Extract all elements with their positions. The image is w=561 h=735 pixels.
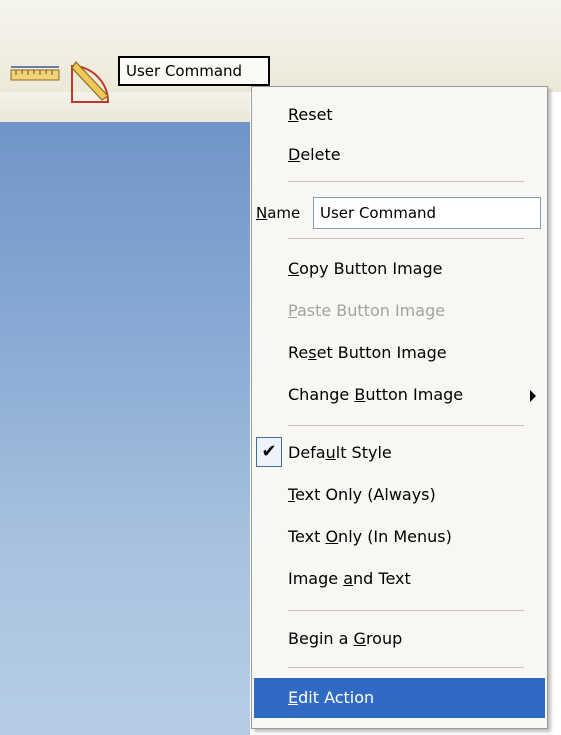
menu-item-copy-button-image[interactable]: Copy Button Image (288, 253, 442, 285)
menu-item-default-style[interactable]: Default Style (288, 437, 392, 469)
menu-separator (288, 610, 524, 611)
menu-item-change-button-image[interactable]: Change Button Image (288, 379, 463, 411)
protractor-icon[interactable] (68, 56, 112, 106)
menu-separator (288, 425, 524, 426)
context-menu: Reset Delete Name Copy Button Image Past… (251, 86, 548, 729)
checkmark-icon: ✔ (256, 437, 282, 467)
workspace-right-edge (548, 92, 561, 735)
user-command-button[interactable]: User Command (118, 56, 270, 86)
workspace-background (0, 122, 250, 735)
menu-item-delete[interactable]: Delete (288, 139, 341, 171)
menu-item-edit-action[interactable]: Edit Action (288, 682, 374, 714)
menu-item-begin-a-group[interactable]: Begin a Group (288, 623, 402, 655)
menu-separator (288, 667, 524, 668)
menu-item-reset[interactable]: Reset (288, 99, 333, 131)
menu-separator (288, 238, 524, 239)
ruler-icon[interactable] (10, 64, 60, 86)
menu-item-text-only-in-menus[interactable]: Text Only (In Menus) (288, 521, 452, 553)
menu-item-reset-button-image[interactable]: Reset Button Image (288, 337, 447, 369)
menu-item-image-and-text[interactable]: Image and Text (288, 563, 411, 595)
menu-item-paste-button-image: Paste Button Image (288, 301, 446, 320)
submenu-arrow-icon (530, 390, 536, 402)
menu-separator (288, 181, 524, 182)
toolbar-lower-strip (0, 92, 250, 123)
name-field[interactable] (313, 197, 541, 229)
name-label: Name (256, 204, 301, 222)
menu-item-text-only-always[interactable]: Text Only (Always) (288, 479, 436, 511)
